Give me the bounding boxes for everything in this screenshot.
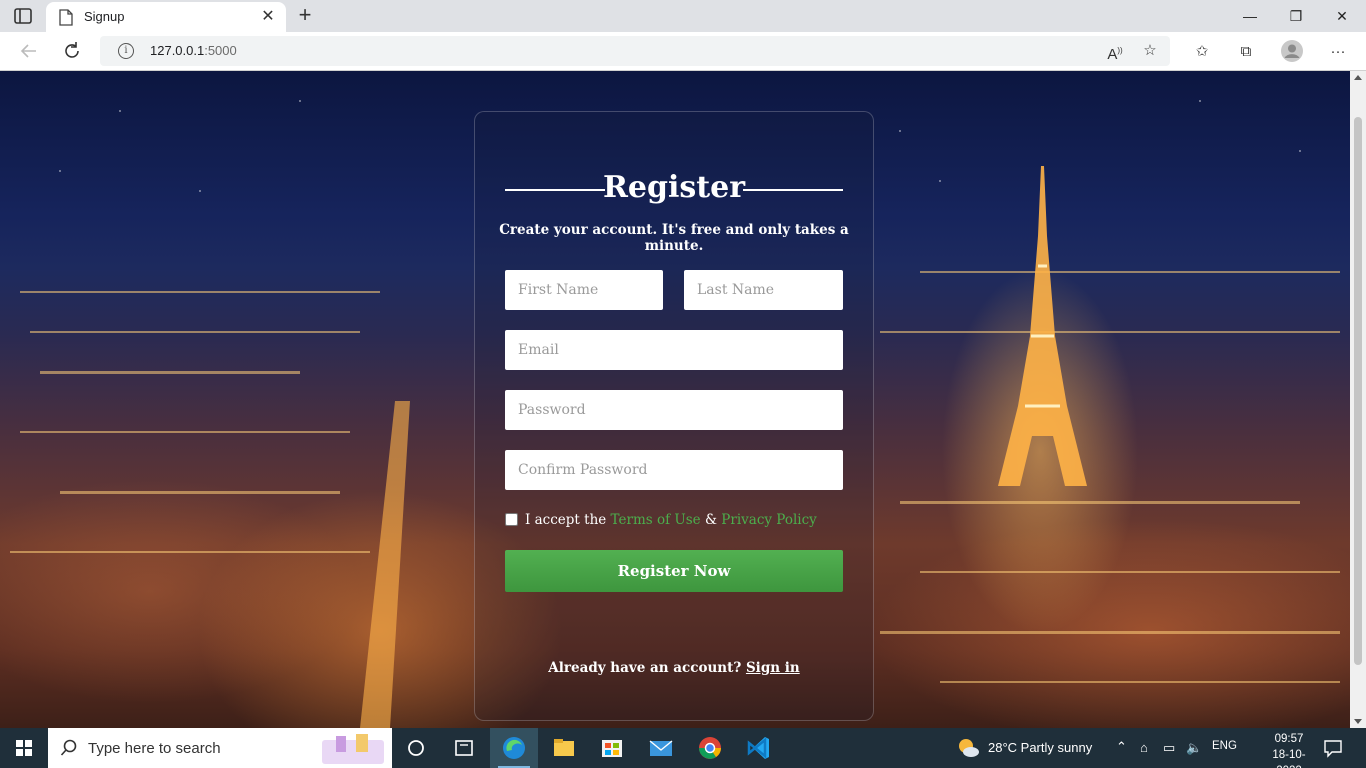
sign-in-link[interactable]: Sign in: [746, 660, 800, 676]
profile-avatar-icon[interactable]: [1281, 40, 1303, 62]
privacy-policy-link[interactable]: Privacy Policy: [721, 512, 817, 528]
search-highlight-image: [322, 734, 384, 764]
terms-text: I accept the Terms of Use & Privacy Poli…: [525, 512, 817, 528]
clock-time: 09:57: [1274, 733, 1304, 745]
more-options-icon[interactable]: ···: [1328, 42, 1348, 62]
clock-date: 18-10-2022: [1272, 749, 1306, 768]
title-row: Register: [505, 168, 843, 208]
taskbar-clock[interactable]: 09:57 18-10-2022: [1262, 731, 1316, 768]
task-view-icon[interactable]: [440, 728, 488, 768]
windows-taskbar: Type here to search 28°C Partly sunny ⌃ …: [0, 728, 1366, 768]
last-name-input[interactable]: [684, 270, 843, 310]
signin-row: Already have an account? Sign in: [475, 660, 873, 676]
search-placeholder: Type here to search: [88, 740, 221, 757]
scroll-up-icon[interactable]: [1354, 75, 1362, 80]
first-name-input[interactable]: [505, 270, 663, 310]
register-now-button[interactable]: Register Now: [505, 550, 843, 592]
back-icon[interactable]: [18, 40, 40, 62]
url-port: :5000: [204, 43, 237, 58]
volume-muted-icon[interactable]: 🔈: [1186, 740, 1202, 756]
network-icon[interactable]: ▭: [1163, 740, 1175, 756]
address-bar[interactable]: i 127.0.0.1:5000 A)) ☆: [100, 36, 1170, 66]
microsoft-store-icon[interactable]: [588, 728, 636, 768]
taskbar-edge[interactable]: [490, 728, 538, 768]
favorites-icon[interactable]: ✩: [1192, 42, 1212, 62]
chrome-icon[interactable]: [686, 728, 734, 768]
mail-icon[interactable]: [637, 728, 685, 768]
tab-title: Signup: [84, 9, 125, 24]
password-input[interactable]: [505, 390, 843, 430]
close-window-icon[interactable]: ✕: [1330, 6, 1354, 26]
new-tab-icon[interactable]: +: [294, 4, 316, 27]
task-view-circle-icon[interactable]: [392, 728, 440, 768]
signin-prompt: Already have an account?: [548, 660, 746, 676]
url-host: 127.0.0.1: [150, 43, 205, 58]
page-scrollbar[interactable]: [1350, 71, 1366, 728]
refresh-icon[interactable]: [61, 40, 83, 62]
notifications-icon[interactable]: [1323, 738, 1343, 758]
page-background: Register Create your account. It's free …: [0, 71, 1350, 728]
file-explorer-icon[interactable]: [540, 728, 588, 768]
read-aloud-icon[interactable]: A)): [1105, 41, 1125, 63]
browser-tab-bar: Signup ✕ + — ❐ ✕: [0, 0, 1366, 32]
terms-of-use-link[interactable]: Terms of Use: [611, 512, 701, 528]
add-favorite-icon[interactable]: ☆: [1140, 41, 1160, 61]
collections-icon[interactable]: ⧉: [1236, 42, 1256, 62]
language-indicator[interactable]: ENG: [1212, 740, 1237, 752]
terms-checkbox[interactable]: [505, 513, 518, 526]
minimize-icon[interactable]: —: [1238, 6, 1262, 26]
title-divider-right: [743, 189, 843, 191]
confirm-password-input[interactable]: [505, 450, 843, 490]
meet-now-icon[interactable]: ⌂: [1140, 740, 1148, 755]
search-icon: [60, 739, 77, 756]
taskbar-search[interactable]: Type here to search: [48, 728, 392, 768]
show-hidden-icons-icon[interactable]: ⌃: [1116, 739, 1127, 755]
edge-icon: [503, 737, 525, 759]
windows-start-icon[interactable]: [0, 728, 48, 768]
site-info-icon[interactable]: i: [118, 43, 134, 59]
close-tab-icon[interactable]: ✕: [260, 9, 276, 25]
terms-ampersand: &: [700, 512, 722, 528]
vscode-icon[interactable]: [735, 728, 783, 768]
email-input[interactable]: [505, 330, 843, 370]
scroll-down-icon[interactable]: [1354, 719, 1362, 724]
restore-icon[interactable]: ❐: [1284, 6, 1308, 26]
form-title: Register: [602, 170, 746, 205]
scroll-thumb[interactable]: [1354, 117, 1362, 665]
browser-tab[interactable]: Signup ✕: [46, 2, 286, 32]
page-icon: [59, 9, 73, 26]
tab-actions-icon[interactable]: [12, 6, 34, 26]
register-card: Register Create your account. It's free …: [474, 111, 874, 721]
url-text[interactable]: 127.0.0.1:5000: [150, 43, 237, 58]
terms-prefix: I accept the: [525, 512, 611, 528]
weather-text[interactable]: 28°C Partly sunny: [988, 740, 1092, 755]
form-subtitle: Create your account. It's free and only …: [499, 222, 849, 254]
weather-partly-sunny-icon[interactable]: [956, 737, 980, 759]
eiffel-tower-image: [998, 166, 1087, 486]
browser-toolbar: i 127.0.0.1:5000 A)) ☆ ✩ ⧉ ···: [0, 32, 1366, 71]
terms-row: I accept the Terms of Use & Privacy Poli…: [505, 512, 845, 530]
